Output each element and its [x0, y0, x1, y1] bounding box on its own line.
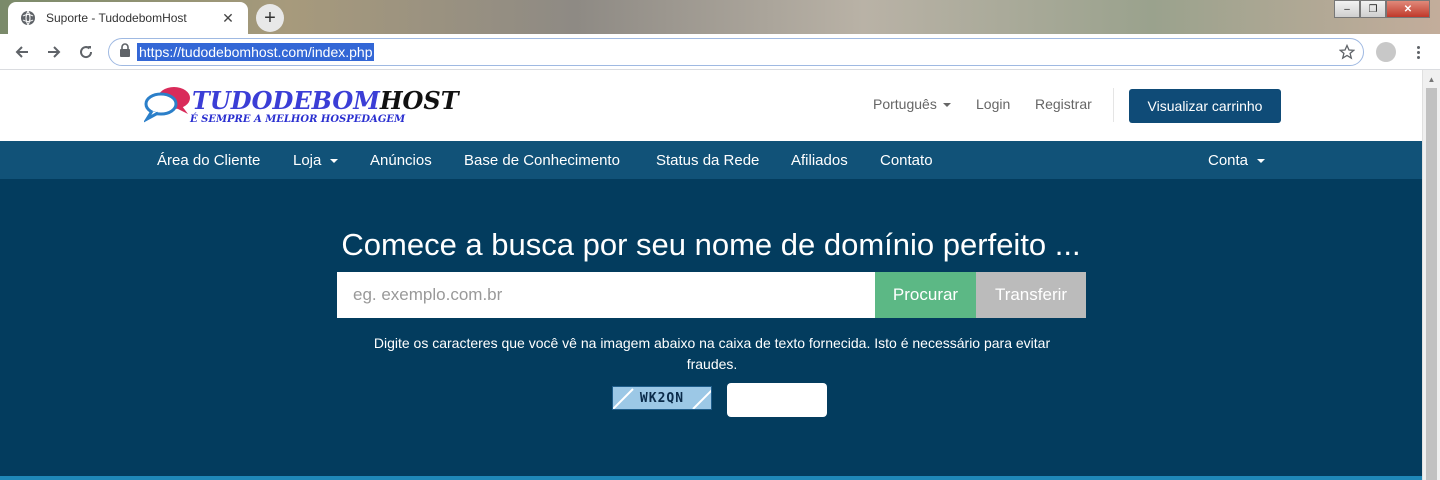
caret-down-icon: [942, 103, 951, 108]
nav-contact[interactable]: Contato: [880, 152, 933, 169]
browser-menu-icon[interactable]: [1410, 42, 1426, 62]
transfer-button[interactable]: Transferir: [976, 272, 1086, 318]
restore-window-button[interactable]: ❐: [1360, 0, 1386, 18]
site-header: TUDODEBOMHOST É SEMPRE A MELHOR HOSPEDAG…: [0, 70, 1422, 141]
language-selector[interactable]: Português: [873, 96, 951, 112]
main-navigation: Área do Cliente Loja Anúncios Base de Co…: [0, 141, 1422, 179]
tab-title: Suporte - TudodebomHost: [46, 11, 187, 25]
scrollbar-thumb[interactable]: [1426, 88, 1437, 480]
browser-tab[interactable]: Suporte - TudodebomHost ✕: [8, 2, 248, 34]
page-scrollbar[interactable]: ▲: [1422, 70, 1440, 480]
chat-bubbles-icon: [144, 87, 190, 123]
address-bar[interactable]: https://tudodebomhost.com/index.php: [108, 38, 1364, 66]
bookmark-star-icon[interactable]: [1338, 43, 1356, 65]
forward-arrow-icon[interactable]: [38, 36, 70, 68]
nav-announcements[interactable]: Anúncios: [370, 152, 432, 169]
domain-search-input[interactable]: [337, 272, 875, 318]
nav-client-area[interactable]: Área do Cliente: [157, 152, 260, 169]
browser-toolbar: https://tudodebomhost.com/index.php: [0, 34, 1440, 70]
hero-bottom-border: [0, 476, 1422, 480]
new-tab-button[interactable]: +: [256, 4, 284, 32]
search-button[interactable]: Procurar: [875, 272, 976, 318]
scroll-up-arrow-icon[interactable]: ▲: [1423, 72, 1440, 86]
logo-tagline: É SEMPRE A MELHOR HOSPEDAGEM: [190, 114, 406, 125]
nav-affiliates[interactable]: Afiliados: [791, 152, 848, 169]
url-text[interactable]: https://tudodebomhost.com/index.php: [137, 43, 375, 61]
browser-tab-strip: Suporte - TudodebomHost ✕ + – ❐ ✕: [0, 0, 1440, 34]
nav-network-status[interactable]: Status da Rede: [656, 152, 759, 169]
nav-shop[interactable]: Loja: [293, 152, 339, 169]
logo-title: TUDODEBOMHOST: [192, 86, 459, 115]
tab-close-icon[interactable]: ✕: [220, 10, 236, 27]
captcha-instructions: Digite os caracteres que você vê na imag…: [373, 335, 1051, 372]
site-logo[interactable]: TUDODEBOMHOST É SEMPRE A MELHOR HOSPEDAG…: [144, 84, 459, 130]
lock-icon: [119, 42, 131, 62]
caret-down-icon: [1257, 159, 1266, 164]
captcha-image: WK2QN: [612, 386, 712, 410]
close-window-button[interactable]: ✕: [1386, 0, 1430, 18]
view-cart-button[interactable]: Visualizar carrinho: [1129, 89, 1281, 123]
minimize-window-button[interactable]: –: [1334, 0, 1360, 18]
nav-account[interactable]: Conta: [1208, 152, 1266, 169]
register-link[interactable]: Registrar: [1035, 96, 1092, 112]
captcha-input[interactable]: [727, 383, 827, 417]
window-controls: – ❐ ✕: [1334, 0, 1430, 18]
hero-title: Comece a busca por seu nome de domínio p…: [341, 227, 1081, 262]
caret-down-icon: [330, 159, 339, 164]
globe-icon: [20, 10, 36, 26]
header-divider: [1113, 88, 1114, 122]
login-link[interactable]: Login: [976, 96, 1010, 112]
domain-search-hero: Comece a busca por seu nome de domínio p…: [0, 179, 1422, 480]
profile-avatar-icon[interactable]: [1376, 42, 1396, 62]
reload-icon[interactable]: [70, 36, 102, 68]
nav-knowledgebase[interactable]: Base de Conhecimento: [464, 152, 620, 169]
back-arrow-icon[interactable]: [6, 36, 38, 68]
captcha-text: WK2QN: [639, 390, 685, 406]
